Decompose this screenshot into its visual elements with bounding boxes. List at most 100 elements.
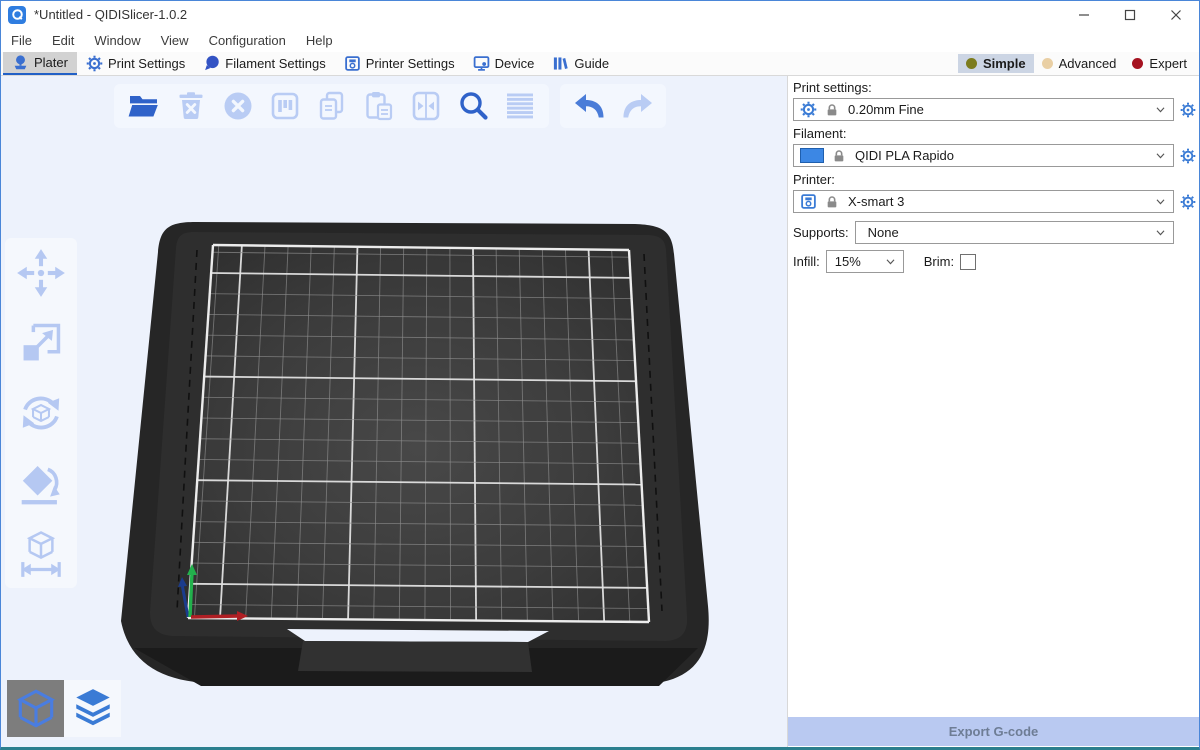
- app-window: *Untitled - QIDISlicer-1.0.2 File Edit W…: [0, 0, 1200, 750]
- print-settings-gear-button[interactable]: [1180, 102, 1196, 118]
- printer-label: Printer:: [793, 172, 1196, 187]
- copy-button[interactable]: [308, 84, 355, 128]
- brim-checkbox[interactable]: [960, 254, 976, 270]
- tab-filament-settings[interactable]: Filament Settings: [194, 52, 334, 75]
- printer-icon: [344, 55, 361, 72]
- rotate-icon: [16, 388, 66, 438]
- scale-icon: [17, 319, 65, 367]
- paste-icon: [363, 90, 395, 122]
- filament-icon: [203, 55, 220, 72]
- filament-label: Filament:: [793, 126, 1196, 141]
- search-icon: [457, 90, 489, 122]
- delete-button[interactable]: [167, 84, 214, 128]
- open-button[interactable]: [120, 84, 167, 128]
- split-button[interactable]: [402, 84, 449, 128]
- gear-icon: [800, 101, 817, 118]
- viewport-toolbar: [114, 84, 666, 128]
- settings-sidebar: Print settings: 0.20mm Fine Filament: QI…: [787, 76, 1199, 747]
- menu-file[interactable]: File: [1, 33, 42, 48]
- trash-icon: [175, 90, 207, 122]
- filament-color-swatch: [800, 148, 824, 163]
- chevron-down-icon: [1152, 147, 1169, 164]
- tab-device[interactable]: Device: [464, 52, 544, 75]
- tab-printer-settings[interactable]: Printer Settings: [335, 52, 464, 75]
- expert-dot-icon: [1132, 58, 1143, 69]
- menu-configuration[interactable]: Configuration: [199, 33, 296, 48]
- scale-button[interactable]: [12, 314, 70, 372]
- copy-icon: [316, 90, 348, 122]
- menu-view[interactable]: View: [151, 33, 199, 48]
- undo-button[interactable]: [566, 84, 613, 128]
- menu-edit[interactable]: Edit: [42, 33, 84, 48]
- build-plate: [1, 76, 787, 747]
- place-on-face-button[interactable]: [12, 454, 70, 512]
- redo-icon: [619, 90, 655, 122]
- lock-icon: [824, 102, 840, 118]
- mode-advanced[interactable]: Advanced: [1034, 54, 1125, 73]
- window-title: *Untitled - QIDISlicer-1.0.2: [34, 7, 187, 22]
- filament-combo[interactable]: QIDI PLA Rapido: [793, 144, 1174, 167]
- 3d-viewport[interactable]: [1, 76, 787, 747]
- printer-icon: [800, 193, 817, 210]
- mode-expert[interactable]: Expert: [1124, 54, 1195, 73]
- printer-combo[interactable]: X-smart 3: [793, 190, 1174, 213]
- chevron-down-icon: [1152, 101, 1169, 118]
- tab-bar: Plater Print Settings Filament Settings …: [1, 52, 1199, 76]
- menu-help[interactable]: Help: [296, 33, 343, 48]
- split-icon: [410, 90, 442, 122]
- maximize-button[interactable]: [1107, 1, 1153, 28]
- paste-button[interactable]: [355, 84, 402, 128]
- guide-icon: [552, 55, 569, 72]
- mode-simple[interactable]: Simple: [958, 54, 1034, 73]
- delete-all-icon: [222, 90, 254, 122]
- place-on-face-icon: [16, 458, 66, 508]
- minimize-button[interactable]: [1061, 1, 1107, 28]
- move-icon: [16, 248, 66, 298]
- layer-height-icon: [504, 90, 536, 122]
- supports-label: Supports:: [793, 225, 849, 240]
- chevron-down-icon: [1152, 193, 1169, 210]
- lock-icon: [824, 194, 840, 210]
- measure-icon: [16, 528, 66, 578]
- title-bar: *Untitled - QIDISlicer-1.0.2: [1, 1, 1199, 28]
- export-gcode-button[interactable]: Export G-code: [788, 717, 1199, 746]
- menu-window[interactable]: Window: [84, 33, 150, 48]
- 3d-view-button[interactable]: [7, 680, 64, 737]
- rotate-button[interactable]: [12, 384, 70, 442]
- arrange-button[interactable]: [261, 84, 308, 128]
- infill-label: Infill:: [793, 254, 820, 269]
- menu-bar: File Edit Window View Configuration Help: [1, 28, 1199, 52]
- view-switch: [7, 680, 121, 737]
- device-icon: [473, 55, 490, 72]
- printer-gear-button[interactable]: [1180, 194, 1196, 210]
- filament-gear-button[interactable]: [1180, 148, 1196, 164]
- advanced-dot-icon: [1042, 58, 1053, 69]
- measure-button[interactable]: [12, 524, 70, 582]
- object-toolbar: [5, 238, 77, 588]
- plater-icon: [12, 54, 29, 71]
- delete-all-button[interactable]: [214, 84, 261, 128]
- print-settings-combo[interactable]: 0.20mm Fine: [793, 98, 1174, 121]
- supports-combo[interactable]: None: [855, 221, 1174, 244]
- brim-label: Brim:: [924, 254, 954, 269]
- close-button[interactable]: [1153, 1, 1199, 28]
- lock-icon: [831, 148, 847, 164]
- chevron-down-icon: [882, 253, 899, 270]
- chevron-down-icon: [1152, 224, 1169, 241]
- layers-stack-icon: [70, 686, 116, 732]
- move-button[interactable]: [12, 244, 70, 302]
- variable-layer-height-button[interactable]: [496, 84, 543, 128]
- redo-button[interactable]: [613, 84, 660, 128]
- open-folder-icon: [127, 90, 161, 122]
- gear-icon: [86, 55, 103, 72]
- infill-combo[interactable]: 15%: [826, 250, 904, 273]
- simple-dot-icon: [966, 58, 977, 69]
- preview-view-button[interactable]: [64, 680, 121, 737]
- print-settings-label: Print settings:: [793, 80, 1196, 95]
- arrange-icon: [269, 90, 301, 122]
- app-logo-icon: [8, 6, 26, 24]
- tab-print-settings[interactable]: Print Settings: [77, 52, 194, 75]
- tab-guide[interactable]: Guide: [543, 52, 618, 75]
- tab-plater[interactable]: Plater: [3, 52, 77, 75]
- search-button[interactable]: [449, 84, 496, 128]
